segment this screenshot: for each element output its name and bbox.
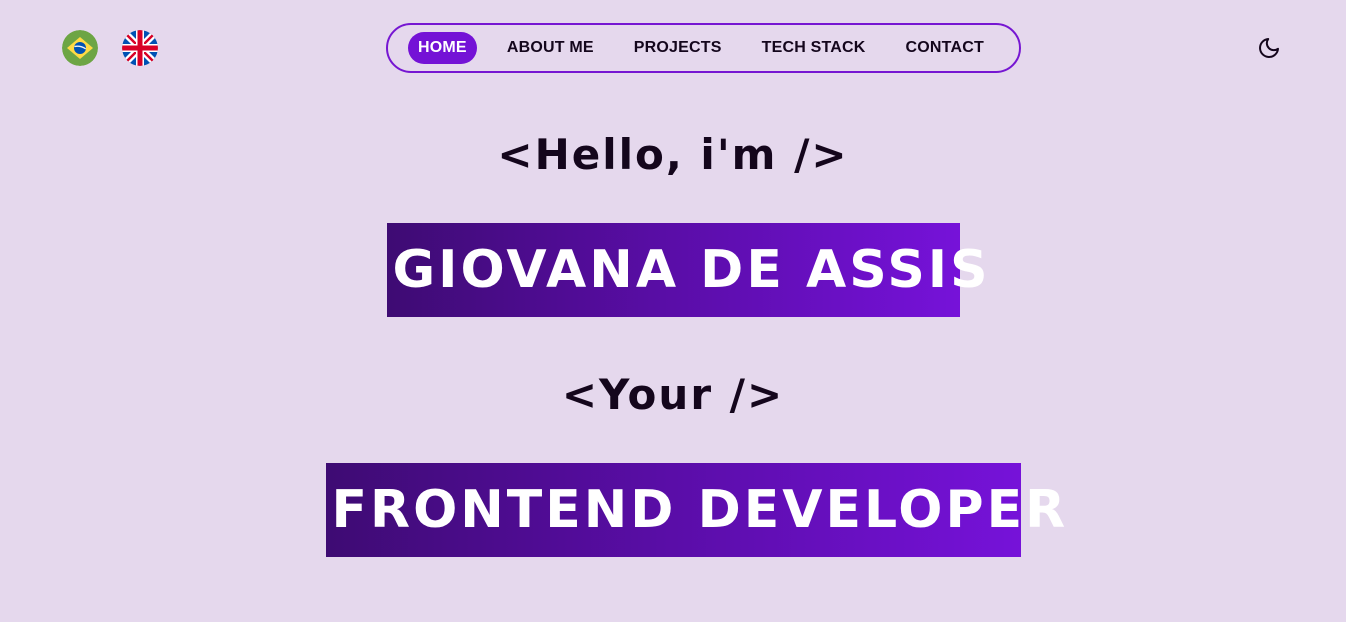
role-banner: FRONTEND DEVELOPER — [325, 463, 1065, 557]
moon-icon[interactable] — [1257, 36, 1281, 60]
nav-item-contact[interactable]: CONTACT — [906, 39, 984, 57]
main-nav: HOME ABOUT ME PROJECTS TECH STACK CONTAC… — [386, 23, 1021, 73]
nav-item-home[interactable]: HOME — [408, 32, 477, 64]
nav-item-tech-stack[interactable]: TECH STACK — [762, 39, 866, 57]
name-banner-wrap: GIOVANA DE ASSIS — [0, 223, 1346, 317]
role-prefix-text: <Your /> — [561, 370, 785, 419]
greeting-text: <Hello, i'm /> — [497, 130, 849, 179]
nav-item-projects[interactable]: PROJECTS — [634, 39, 722, 57]
uk-flag-icon[interactable] — [122, 30, 158, 66]
role-banner-wrap: FRONTEND DEVELOPER — [0, 463, 1346, 557]
nav-item-about-me[interactable]: ABOUT ME — [507, 39, 594, 57]
name-banner: GIOVANA DE ASSIS — [386, 223, 988, 317]
brazil-flag-icon[interactable] — [62, 30, 98, 66]
